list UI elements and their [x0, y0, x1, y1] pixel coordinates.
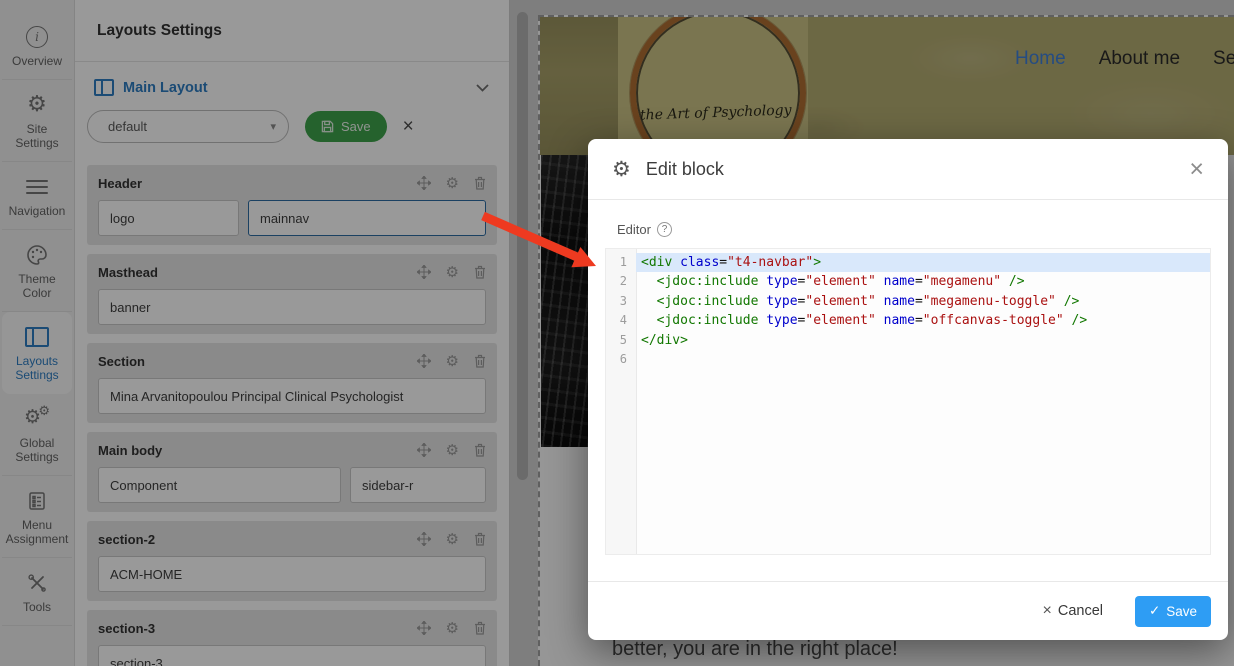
save-label: Save	[1166, 603, 1198, 619]
modal-title: Edit block	[645, 158, 724, 179]
code-line: 6	[619, 351, 627, 366]
modal-header: ⚙ Edit block ×	[588, 139, 1228, 200]
check-icon: ✓	[1148, 603, 1161, 618]
code-editor[interactable]: 1 <div class="t4-navbar"> 2 <jdoc:include …	[605, 248, 1211, 555]
help-icon[interactable]: ?	[656, 222, 672, 237]
code-line: 4 <jdoc:include type="element" name="off…	[619, 313, 1088, 329]
cancel-label: Cancel	[1057, 603, 1103, 619]
x-icon: ×	[1042, 602, 1052, 619]
modal-save-button[interactable]: ✓ Save	[1135, 595, 1211, 627]
editor-label: Editor	[617, 222, 651, 237]
code-line: 3 <jdoc:include type="element" name="meg…	[619, 293, 1080, 309]
modal-footer: × Cancel ✓ Save	[588, 581, 1228, 640]
gear-icon: ⚙	[612, 157, 631, 181]
edit-block-modal: ⚙ Edit block × Editor ? 1 <div class="t4-…	[588, 139, 1228, 640]
modal-body: Editor ? 1 <div class="t4-navbar"> 2 <jdoc…	[588, 200, 1228, 555]
code-line: 5 </div>	[619, 332, 688, 348]
t4-layout-builder: i Overview ⚙ Site Settings Navigation Th…	[0, 0, 1234, 666]
cancel-button[interactable]: × Cancel	[1037, 601, 1109, 621]
code-line: 2 <jdoc:include type="element" name="meg…	[619, 274, 1025, 290]
close-icon[interactable]: ×	[1189, 156, 1204, 182]
code-line: 1 <div class="t4-navbar">	[606, 253, 1210, 273]
